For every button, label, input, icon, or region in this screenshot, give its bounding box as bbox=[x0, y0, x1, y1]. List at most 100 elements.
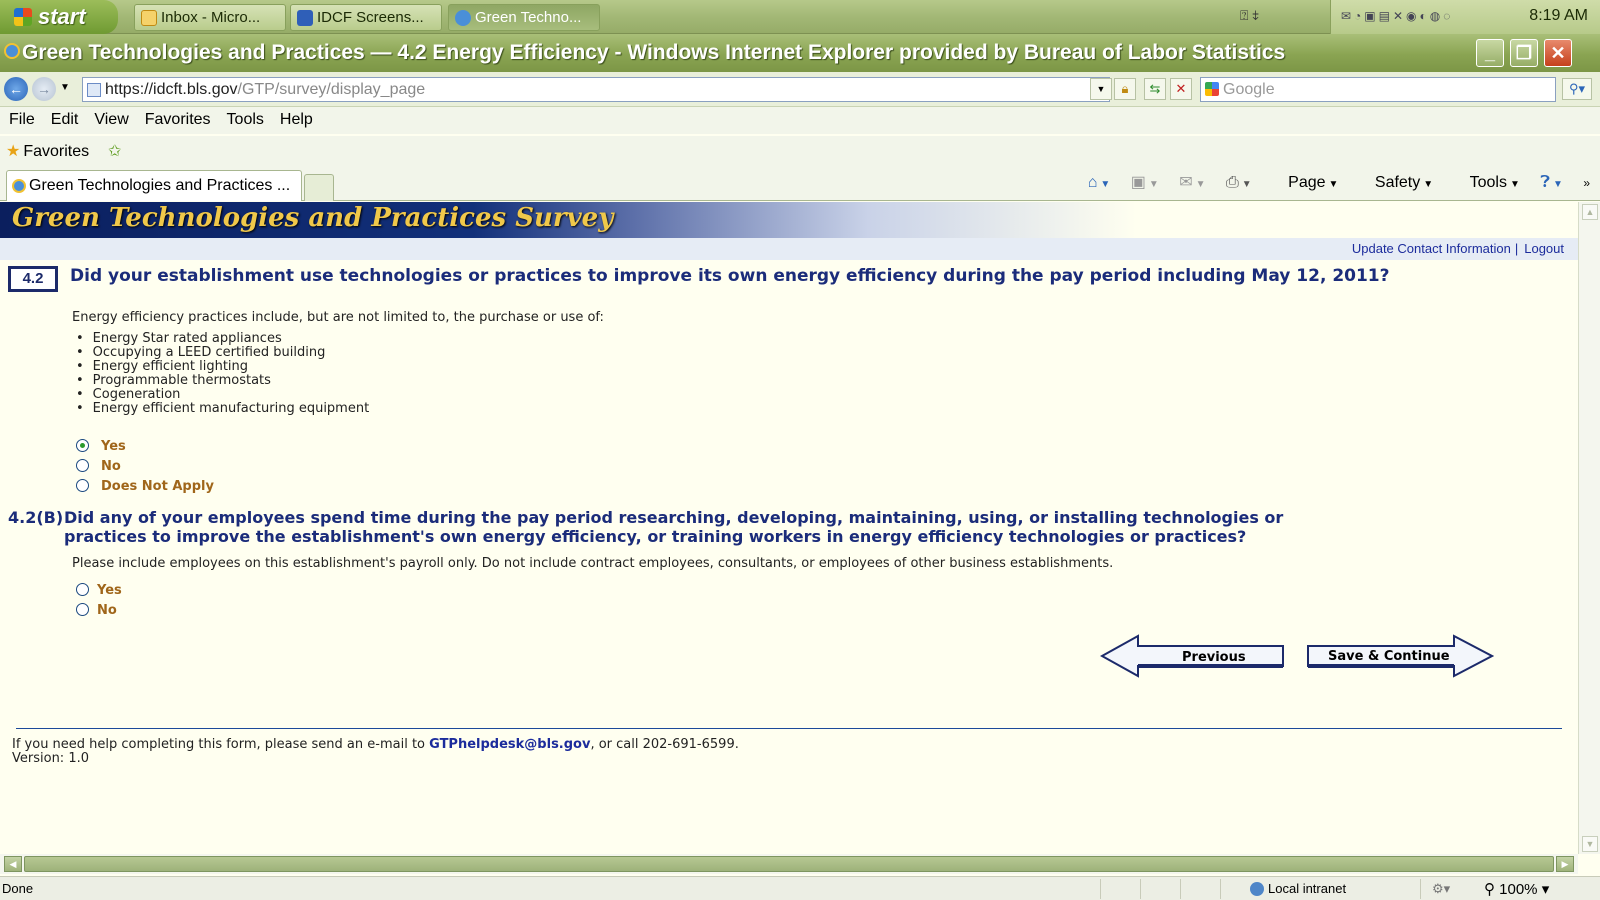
search-icon[interactable]: ⚲▾ bbox=[1562, 78, 1592, 100]
scroll-left-icon[interactable]: ◀ bbox=[4, 856, 22, 872]
previous-button[interactable]: Previous bbox=[1100, 634, 1286, 678]
lock-icon[interactable]: 🔒︎ bbox=[1114, 78, 1136, 100]
ie-tab-icon bbox=[12, 179, 26, 193]
url-field[interactable]: https://idcft.bls.gov/GTP/survey/display… bbox=[82, 77, 1110, 102]
recent-pages-dropdown-icon[interactable]: ▼ bbox=[60, 82, 70, 93]
refresh-icon[interactable]: ⇆ bbox=[1144, 78, 1166, 100]
ie-icon bbox=[455, 10, 471, 26]
status-divider bbox=[1100, 879, 1101, 899]
menu-tools[interactable]: Tools bbox=[227, 107, 264, 129]
q2-option-yes[interactable]: Yes bbox=[76, 582, 122, 600]
tab-row: Green Technologies and Practices ... ⌂ ▼ … bbox=[0, 166, 1600, 201]
quick-launch-icons[interactable]: ⍰ ⇟ bbox=[1240, 7, 1259, 24]
task-button-outlook[interactable]: Inbox - Micro... bbox=[134, 4, 286, 31]
favorites-bar: ★ Favorites ✩ bbox=[0, 136, 1600, 166]
link-separator: | bbox=[1514, 241, 1519, 256]
mail-icon[interactable]: ✉ ▼ bbox=[1179, 174, 1205, 191]
search-input[interactable]: Google bbox=[1200, 77, 1556, 102]
page-content: Green Technologies and Practices Survey … bbox=[0, 202, 1578, 854]
forward-button[interactable]: → bbox=[32, 77, 56, 101]
footer: If you need help completing this form, p… bbox=[12, 738, 739, 766]
question-number: 4.2 bbox=[8, 266, 58, 292]
q1-option-yes[interactable]: Yes bbox=[76, 438, 126, 456]
maximize-button[interactable]: ❐ bbox=[1510, 39, 1538, 67]
back-button[interactable]: ← bbox=[4, 77, 28, 101]
tools-menu[interactable]: Tools ▼ bbox=[1454, 174, 1520, 191]
banner-title: Green Technologies and Practices Survey bbox=[12, 203, 614, 233]
help-text: If you need help completing this form, p… bbox=[12, 737, 739, 752]
practices-list: Energy Star rated appliances Occupying a… bbox=[76, 332, 370, 416]
status-divider bbox=[1220, 879, 1221, 899]
page-menu[interactable]: Page ▼ bbox=[1272, 174, 1338, 191]
helpdesk-email-link[interactable]: GTPhelpdesk@bls.gov bbox=[429, 737, 590, 752]
tab-green-technologies[interactable]: Green Technologies and Practices ... bbox=[6, 170, 302, 201]
q2-option-no[interactable]: No bbox=[76, 602, 117, 620]
add-favorite-icon[interactable]: ✩ bbox=[108, 141, 121, 161]
scroll-up-icon[interactable]: ▲ bbox=[1582, 204, 1598, 220]
menu-favorites[interactable]: Favorites bbox=[145, 107, 211, 129]
save-continue-button[interactable]: Save & Continue bbox=[1306, 634, 1494, 678]
status-divider bbox=[1180, 879, 1181, 899]
close-button[interactable]: ✕ bbox=[1544, 39, 1572, 67]
question-intro: Energy efficiency practices include, but… bbox=[72, 310, 604, 325]
task-button-ie[interactable]: Green Techno... bbox=[448, 4, 600, 31]
zoom-control[interactable]: ⚲ 100% ▾ bbox=[1484, 880, 1549, 898]
menu-edit[interactable]: Edit bbox=[51, 107, 79, 129]
q1-option-does-not-apply[interactable]: Does Not Apply bbox=[76, 478, 214, 496]
clock[interactable]: 8:19 AM bbox=[1529, 7, 1588, 25]
list-item: Energy efficient lighting bbox=[76, 360, 369, 374]
survey-banner: Green Technologies and Practices Survey bbox=[0, 202, 1578, 238]
question-2-number: 4.2(B) bbox=[8, 508, 64, 527]
status-text: Done bbox=[2, 881, 34, 896]
scroll-right-icon[interactable]: ▶ bbox=[1556, 856, 1574, 872]
radio-does-not-apply[interactable] bbox=[76, 479, 89, 492]
question-text: Did your establishment use technologies … bbox=[70, 266, 1390, 286]
status-divider bbox=[1140, 879, 1141, 899]
menu-view[interactable]: View bbox=[94, 107, 128, 129]
q1-option-no[interactable]: No bbox=[76, 458, 121, 476]
print-icon[interactable]: ⎙ ▼ bbox=[1226, 174, 1252, 191]
help-icon[interactable]: ❓︎ ▼ bbox=[1540, 174, 1563, 191]
protected-mode-icon[interactable]: ⚙▾ bbox=[1432, 881, 1450, 897]
menu-bar: File Edit View Favorites Tools Help bbox=[0, 107, 1600, 134]
link-bar: Update Contact Information | Logout bbox=[0, 238, 1578, 260]
menu-help[interactable]: Help bbox=[280, 107, 313, 129]
system-tray: ✉◔▣▤✕◉◐◍◌ 8:19 AM bbox=[1330, 0, 1600, 34]
tray-icons[interactable]: ✉◔▣▤✕◉◐◍◌ bbox=[1341, 9, 1453, 23]
globe-icon bbox=[1250, 882, 1264, 896]
window-title: Green Technologies and Practices — 4.2 E… bbox=[22, 41, 1286, 64]
minimize-button[interactable]: _ bbox=[1476, 39, 1504, 67]
safety-menu[interactable]: Safety ▼ bbox=[1359, 174, 1433, 191]
security-zone: Local intranet bbox=[1250, 881, 1346, 896]
logout-link[interactable]: Logout bbox=[1524, 241, 1564, 256]
taskbar: start Inbox - Micro... IDCF Screens... G… bbox=[0, 0, 1600, 34]
new-tab-button[interactable] bbox=[304, 174, 334, 201]
page-icon bbox=[87, 83, 101, 97]
chevron-more-icon[interactable]: » bbox=[1583, 176, 1590, 190]
list-item: Energy Star rated appliances bbox=[76, 332, 369, 346]
home-icon[interactable]: ⌂ ▼ bbox=[1088, 174, 1111, 191]
radio-yes[interactable] bbox=[76, 439, 89, 452]
question-2-text: Did any of your employees spend time dur… bbox=[64, 508, 1284, 546]
radio-no[interactable] bbox=[76, 603, 89, 616]
scroll-down-icon[interactable]: ▼ bbox=[1582, 836, 1598, 852]
start-button[interactable]: start bbox=[0, 0, 118, 34]
outlook-icon bbox=[141, 10, 157, 26]
google-icon bbox=[1205, 82, 1219, 96]
horizontal-scrollbar[interactable]: ◀ ▶ bbox=[0, 854, 1578, 874]
window-titlebar: Green Technologies and Practices — 4.2 E… bbox=[0, 34, 1600, 72]
status-divider bbox=[1420, 879, 1421, 899]
menu-file[interactable]: File bbox=[9, 107, 35, 129]
address-bar: ← → ▼ https://idcft.bls.gov/GTP/survey/d… bbox=[0, 72, 1600, 107]
feeds-icon[interactable]: ▣ ▼ bbox=[1131, 174, 1159, 191]
radio-no[interactable] bbox=[76, 459, 89, 472]
version-text: Version: 1.0 bbox=[12, 751, 89, 766]
vertical-scrollbar[interactable]: ▲ ▼ bbox=[1578, 202, 1600, 854]
task-button-word[interactable]: IDCF Screens... bbox=[290, 4, 442, 31]
stop-icon[interactable]: ✕ bbox=[1170, 78, 1192, 100]
update-contact-link[interactable]: Update Contact Information bbox=[1352, 241, 1511, 256]
favorites-button[interactable]: ★ Favorites bbox=[6, 141, 89, 161]
radio-yes[interactable] bbox=[76, 583, 89, 596]
scrollbar-thumb[interactable] bbox=[24, 856, 1554, 872]
url-dropdown-button[interactable]: ▼ bbox=[1090, 78, 1112, 100]
